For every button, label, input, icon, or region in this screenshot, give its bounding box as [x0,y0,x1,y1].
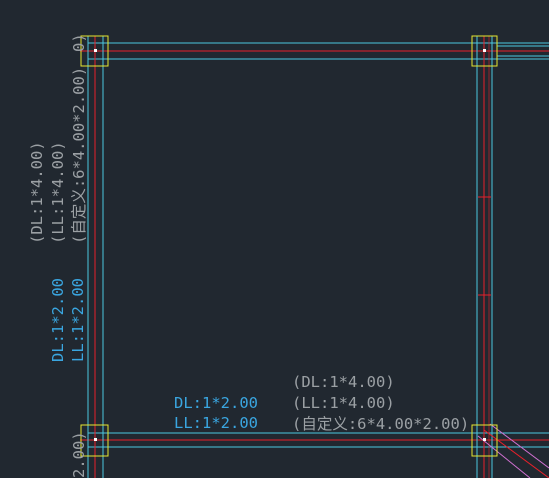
left-beam[interactable] [87,36,104,478]
node-point-bottom-left[interactable] [94,438,97,441]
bottom-beam[interactable] [80,432,549,448]
v-dl-label: DL:1*2.00 [49,278,67,362]
v-dl-alt-label: (DL:1*4.00) [28,141,46,244]
v-custom-label: (自定义:6*4.00*2.00) [70,67,88,244]
cad-drawing-canvas[interactable]: DL:1*2.00 LL:1*2.00 (DL:1*4.00) (LL:1*4.… [0,0,549,478]
top-beam[interactable] [80,42,549,60]
h-ll-label: LL:1*2.00 [174,414,258,432]
h-ll-alt-label: (LL:1*4.00) [292,394,395,412]
v-ll-alt-label: (LL:1*4.00) [49,141,67,244]
right-beam[interactable] [476,36,493,478]
v-bottom-fragment-label: 2.00) [70,431,88,478]
v-ll-label: LL:1*2.00 [69,278,87,362]
h-dl-alt-label: (DL:1*4.00) [292,373,395,391]
v-top-fragment-label: 0) [70,33,88,52]
node-point-bottom-right[interactable] [483,438,486,441]
node-point-top-right[interactable] [483,49,486,52]
h-custom-label: (自定义:6*4.00*2.00) [292,415,469,433]
h-dl-label: DL:1*2.00 [174,394,258,412]
diagonal-beam[interactable] [477,423,549,478]
node-point-top-left[interactable] [94,49,97,52]
